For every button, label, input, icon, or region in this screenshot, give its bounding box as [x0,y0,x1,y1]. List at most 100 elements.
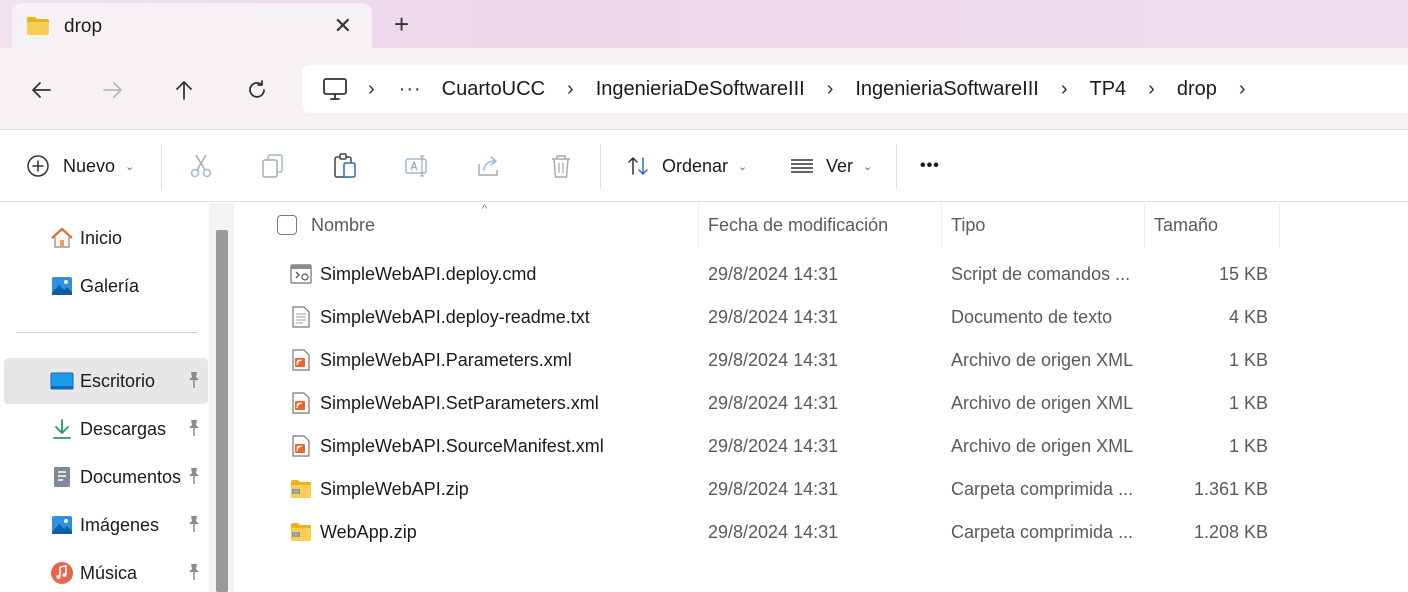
sort-arrows-icon [628,157,648,175]
divider [600,144,601,190]
up-button[interactable] [164,72,204,108]
arrow-right-icon [103,82,122,98]
file-size: 15 KB [1218,264,1268,284]
sidebar-item-documentos[interactable]: Documentos [4,454,208,500]
file-row[interactable]: SimpleWebAPI.SourceManifest.xml 29/8/202… [235,425,1408,468]
breadcrumb-separator[interactable]: › [368,78,375,101]
view-list-icon [791,159,813,173]
paste-icon[interactable] [331,152,359,180]
sort-button[interactable]: Ordenar ⌄ [626,150,747,182]
cut-icon[interactable] [187,152,215,180]
breadcrumb-ingenieriadesoftwareiii[interactable]: IngenieriaDeSoftwareIII [596,78,805,101]
sidebar-item-descargas[interactable]: Descargas [4,406,208,452]
file-row[interactable]: SimpleWebAPI.Parameters.xml 29/8/2024 14… [235,339,1408,382]
sidebar-item-galeria[interactable]: Galería [4,263,208,309]
file-name: SimpleWebAPI.SetParameters.xml [320,393,599,413]
file-row[interactable]: WebApp.zip 29/8/2024 14:31 Carpeta compr… [235,511,1408,554]
file-size: 4 KB [1228,307,1268,327]
column-header-date[interactable]: Fecha de modificación [708,203,940,247]
new-tab-button[interactable]: + [394,9,409,40]
breadcrumb-separator[interactable]: › [567,78,574,101]
file-size: 1 KB [1228,393,1268,413]
pin-icon[interactable] [186,419,202,437]
pin-icon[interactable] [186,563,202,581]
pin-icon[interactable] [186,515,202,533]
pin-icon[interactable] [186,467,202,485]
breadcrumb-drop[interactable]: drop [1177,78,1217,101]
file-row[interactable]: SimpleWebAPI.deploy.cmd 29/8/2024 14:31 … [235,253,1408,296]
breadcrumb-overflow-button[interactable]: ··· [399,78,422,101]
file-row[interactable]: SimpleWebAPI.deploy-readme.txt 29/8/2024… [235,296,1408,339]
sidebar-divider [16,332,197,333]
tab-drop[interactable]: drop ✕ [12,3,372,48]
divider [896,144,897,190]
command-bar: Nuevo ⌄ Ordenar ⌄ Ver ⌄ ••• [0,130,1408,202]
file-name: WebApp.zip [320,522,417,542]
new-button-label: Nuevo [63,155,116,176]
close-tab-icon[interactable]: ✕ [334,13,352,39]
navigation-bar: › ··· CuartoUCC › IngenieriaDeSoftwareII… [0,48,1408,130]
file-type: Archivo de origen XML [951,350,1134,370]
sidebar-scrollbar-thumb[interactable] [216,230,228,592]
new-button[interactable]: Nuevo ⌄ [26,150,134,182]
refresh-button[interactable] [237,72,277,108]
column-header-size[interactable]: Tamaño [1154,203,1278,247]
file-date: 29/8/2024 14:31 [708,350,839,370]
file-row[interactable]: SimpleWebAPI.SetParameters.xml 29/8/2024… [235,382,1408,425]
divider [161,144,162,190]
file-type: Archivo de origen XML [951,393,1134,413]
sidebar-item-escritorio[interactable]: Escritorio [4,358,208,404]
more-options-button[interactable]: ••• [920,150,940,182]
file-name: SimpleWebAPI.zip [320,479,469,499]
sidebar-item-musica[interactable]: Música [4,550,208,592]
column-divider[interactable] [1144,203,1145,247]
file-name: SimpleWebAPI.SourceManifest.xml [320,436,604,456]
file-list: ^ Nombre Fecha de modificación Tipo Tama… [235,203,1408,592]
plus-circle-icon [27,155,49,177]
sidebar-item-label: Inicio [80,227,123,248]
tab-title: drop [64,16,103,37]
breadcrumb-tp4[interactable]: TP4 [1089,78,1126,101]
sidebar-item-inicio[interactable]: Inicio [4,215,208,261]
chevron-down-icon: ⌄ [125,160,135,173]
navigation-pane: Inicio Galería Escritorio Descargas Docu… [0,203,230,592]
column-divider[interactable] [941,203,942,247]
sidebar-item-label: Galería [80,275,140,296]
column-divider[interactable] [698,203,699,247]
file-date: 29/8/2024 14:31 [708,393,839,413]
file-size: 1 KB [1228,436,1268,456]
address-bar[interactable]: › ··· CuartoUCC › IngenieriaDeSoftwareII… [302,65,1408,113]
share-icon[interactable] [475,152,503,180]
download-icon [53,419,71,439]
refresh-icon [249,80,265,98]
file-date: 29/8/2024 14:31 [708,436,839,456]
breadcrumb-separator[interactable]: › [1148,78,1155,101]
breadcrumb-ingenieriasoftwareiii[interactable]: IngenieriaSoftwareIII [855,78,1038,101]
back-button[interactable] [21,72,61,108]
breadcrumb-separator[interactable]: › [827,78,834,101]
column-header-name[interactable]: Nombre [311,203,697,247]
sidebar-item-label: Imágenes [80,514,160,535]
computer-icon[interactable] [322,76,348,102]
breadcrumb-cuartoucc[interactable]: CuartoUCC [442,78,545,101]
forward-button[interactable] [93,72,133,108]
rename-icon[interactable] [403,152,431,180]
copy-icon[interactable] [259,152,287,180]
column-header-label: Nombre [311,214,376,235]
delete-icon[interactable] [547,152,575,180]
select-all-checkbox[interactable] [277,215,297,235]
view-button[interactable]: Ver ⌄ [790,150,872,182]
file-row[interactable]: SimpleWebAPI.zip 29/8/2024 14:31 Carpeta… [235,468,1408,511]
column-divider[interactable] [1279,203,1280,247]
xml-file-icon [292,349,310,371]
sidebar-item-imagenes[interactable]: Imágenes [4,502,208,548]
breadcrumb-separator[interactable]: › [1061,78,1068,101]
pin-icon[interactable] [186,371,202,389]
breadcrumb-separator[interactable]: › [1239,78,1246,101]
column-header-type[interactable]: Tipo [951,203,1143,247]
chevron-down-icon: ⌄ [738,160,748,173]
sidebar-item-label: Música [80,562,138,583]
arrow-left-icon [32,82,51,98]
file-size: 1.361 KB [1193,479,1268,499]
file-date: 29/8/2024 14:31 [708,307,839,327]
